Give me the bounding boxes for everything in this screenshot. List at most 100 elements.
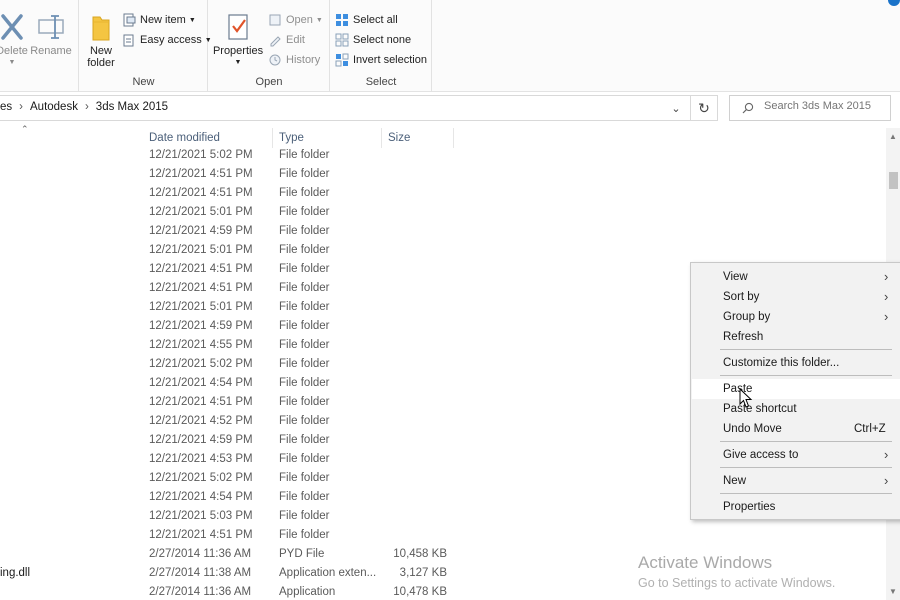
properties-button[interactable]: Properties ▼ bbox=[213, 12, 263, 69]
file-date: 12/21/2021 5:01 PM bbox=[149, 301, 253, 313]
easy-access-button[interactable]: Easy access ▼ bbox=[122, 31, 212, 49]
new-folder-button[interactable]: New folder bbox=[84, 12, 118, 69]
file-date: 12/21/2021 4:53 PM bbox=[149, 453, 253, 465]
menu-item-paste-shortcut[interactable]: Paste shortcut bbox=[692, 399, 900, 419]
refresh-button[interactable]: ↻ bbox=[690, 95, 718, 121]
menu-item-customize-folder[interactable]: Customize this folder... bbox=[692, 353, 900, 373]
menu-item-label: Customize this folder... bbox=[723, 357, 840, 369]
scroll-up-icon[interactable]: ▲ bbox=[889, 132, 897, 141]
address-bar[interactable]: es › Autodesk › 3ds Max 2015 ⌄ bbox=[0, 95, 718, 121]
file-date: 12/21/2021 4:59 PM bbox=[149, 225, 253, 237]
column-header-date[interactable]: Date modified bbox=[149, 132, 220, 144]
rename-button[interactable]: Rename bbox=[30, 12, 72, 57]
rename-icon bbox=[36, 12, 66, 42]
edit-icon bbox=[268, 33, 282, 47]
select-all-button[interactable]: Select all bbox=[335, 11, 398, 29]
file-date: 12/21/2021 4:54 PM bbox=[149, 491, 253, 503]
table-row[interactable]: 12/21/2021 5:01 PM File folder bbox=[0, 203, 886, 222]
menu-item-new[interactable]: New › bbox=[692, 471, 900, 491]
file-type: File folder bbox=[279, 168, 330, 180]
file-type: File folder bbox=[279, 320, 330, 332]
column-divider[interactable] bbox=[381, 128, 382, 148]
chevron-down-icon: ▼ bbox=[8, 59, 16, 66]
select-none-icon bbox=[335, 33, 349, 47]
breadcrumb-item[interactable]: Autodesk bbox=[30, 101, 78, 113]
menu-item-label: New bbox=[723, 475, 747, 487]
file-type: Application exten... bbox=[279, 567, 377, 579]
file-date: 12/21/2021 4:51 PM bbox=[149, 168, 253, 180]
column-divider[interactable] bbox=[453, 128, 454, 148]
column-header-size[interactable]: Size bbox=[388, 132, 410, 144]
table-row[interactable]: 12/21/2021 5:01 PM File folder bbox=[0, 241, 886, 260]
file-date: 12/21/2021 4:51 PM bbox=[149, 187, 253, 199]
delete-button[interactable]: Delete ▼ bbox=[0, 12, 30, 69]
file-date: 12/21/2021 5:02 PM bbox=[149, 149, 253, 161]
chevron-right-icon: › bbox=[884, 473, 889, 488]
menu-item-group-by[interactable]: Group by › bbox=[692, 307, 900, 327]
search-box[interactable] bbox=[729, 95, 891, 121]
sort-ascending-icon: ⌃ bbox=[21, 124, 29, 134]
file-type: File folder bbox=[279, 244, 330, 256]
scroll-down-icon[interactable]: ▼ bbox=[889, 587, 897, 596]
menu-item-label: Undo Move bbox=[723, 423, 782, 435]
menu-item-label: Properties bbox=[723, 501, 776, 513]
scrollbar-thumb[interactable] bbox=[889, 172, 898, 189]
file-date: 12/21/2021 4:51 PM bbox=[149, 282, 253, 294]
file-type: File folder bbox=[279, 434, 330, 446]
menu-item-give-access[interactable]: Give access to › bbox=[692, 445, 900, 465]
open-icon bbox=[268, 13, 282, 27]
column-header-type[interactable]: Type bbox=[279, 132, 304, 144]
search-input[interactable] bbox=[764, 100, 888, 112]
file-type: File folder bbox=[279, 472, 330, 484]
breadcrumb-item-current[interactable]: 3ds Max 2015 bbox=[96, 101, 168, 113]
watermark-title: Activate Windows bbox=[638, 553, 773, 572]
menu-item-view[interactable]: View › bbox=[692, 267, 900, 287]
edit-label: Edit bbox=[286, 34, 305, 46]
menu-item-paste[interactable]: Paste bbox=[692, 379, 900, 399]
chevron-right-icon: › bbox=[884, 269, 889, 284]
table-row[interactable]: 12/21/2021 4:51 PM File folder bbox=[0, 526, 886, 545]
file-size: 3,127 KB bbox=[399, 567, 447, 579]
menu-item-undo-move[interactable]: Undo Move Ctrl+Z bbox=[692, 419, 900, 439]
file-type: Application bbox=[279, 586, 336, 598]
menu-item-label: Give access to bbox=[723, 449, 799, 461]
file-type: File folder bbox=[279, 301, 330, 313]
table-row[interactable]: 12/21/2021 4:51 PM File folder bbox=[0, 165, 886, 184]
edit-button[interactable]: Edit bbox=[268, 31, 305, 49]
open-button[interactable]: Open ▼ bbox=[268, 11, 323, 29]
menu-item-properties[interactable]: Properties bbox=[692, 497, 900, 517]
column-divider[interactable] bbox=[272, 128, 273, 148]
breadcrumb-chevron-icon[interactable]: › bbox=[85, 101, 89, 113]
file-type: File folder bbox=[279, 510, 330, 522]
file-type: File folder bbox=[279, 187, 330, 199]
invert-selection-button[interactable]: Invert selection bbox=[335, 51, 427, 69]
file-date: 2/27/2014 11:36 AM bbox=[149, 548, 252, 560]
column-headers: ⌃ Date modified Type Size bbox=[0, 124, 886, 148]
ribbon-group-organize: Delete ▼ Rename bbox=[0, 0, 79, 92]
new-item-button[interactable]: New item ▼ bbox=[122, 11, 196, 29]
file-type: File folder bbox=[279, 396, 330, 408]
select-none-button[interactable]: Select none bbox=[335, 31, 411, 49]
menu-item-refresh[interactable]: Refresh bbox=[692, 327, 900, 347]
breadcrumb-item[interactable]: es bbox=[0, 101, 12, 113]
open-label: Open bbox=[286, 14, 313, 26]
file-type: File folder bbox=[279, 206, 330, 218]
address-history-chevron-icon[interactable]: ⌄ bbox=[664, 96, 688, 120]
history-button[interactable]: History bbox=[268, 51, 320, 69]
select-all-icon bbox=[335, 13, 349, 27]
easy-access-icon bbox=[122, 33, 136, 47]
breadcrumb-chevron-icon[interactable]: › bbox=[19, 101, 23, 113]
menu-item-sort-by[interactable]: Sort by › bbox=[692, 287, 900, 307]
watermark-subtitle: Go to Settings to activate Windows. bbox=[638, 576, 836, 590]
file-type: File folder bbox=[279, 453, 330, 465]
select-all-label: Select all bbox=[353, 14, 398, 26]
keyboard-shortcut: Ctrl+Z bbox=[854, 423, 886, 435]
ribbon-group-open: Properties ▼ Open ▼ Edit History Open bbox=[209, 0, 330, 92]
help-icon[interactable] bbox=[888, 0, 900, 6]
table-row[interactable]: 12/21/2021 4:59 PM File folder bbox=[0, 222, 886, 241]
chevron-right-icon: › bbox=[884, 309, 889, 324]
easy-access-label: Easy access bbox=[140, 34, 202, 46]
file-explorer-window: Delete ▼ Rename New folder New item ▼ Ea… bbox=[0, 0, 900, 600]
table-row[interactable]: 12/21/2021 4:51 PM File folder bbox=[0, 184, 886, 203]
table-row[interactable]: 12/21/2021 5:02 PM File folder bbox=[0, 146, 886, 165]
